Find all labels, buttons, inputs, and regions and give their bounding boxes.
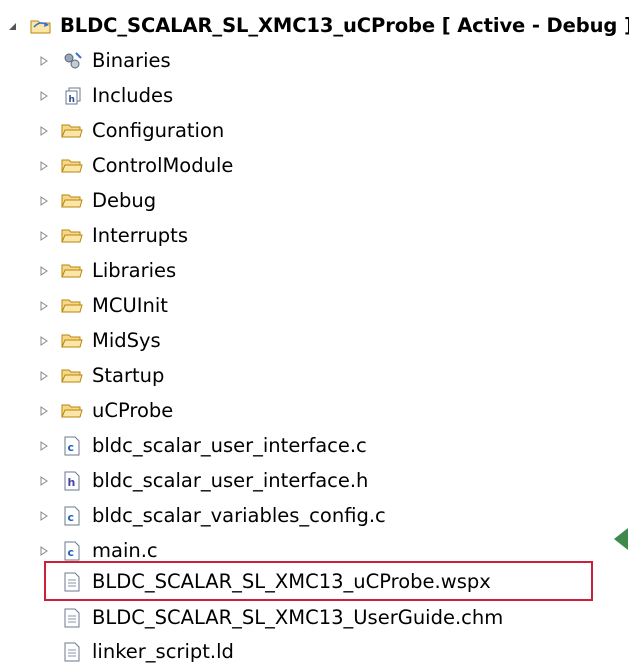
includes-icon: h xyxy=(61,86,83,106)
c-file-icon: c xyxy=(61,436,83,456)
collapsed-arrow-icon[interactable] xyxy=(38,440,50,452)
tree-item-startup[interactable]: Startup xyxy=(0,358,629,393)
folder-icon xyxy=(61,331,83,351)
folder-icon xyxy=(61,401,83,421)
folder-icon xyxy=(61,156,83,176)
binaries-icon xyxy=(61,51,83,71)
tree-item-label: bldc_scalar_user_interface.c xyxy=(92,434,367,457)
svg-text:h: h xyxy=(69,95,75,105)
tree-item-label: bldc_scalar_variables_config.c xyxy=(92,504,386,527)
text-file-icon xyxy=(61,642,83,662)
tree-item-label: uCProbe xyxy=(92,399,174,422)
h-file-icon: h xyxy=(61,471,83,491)
tree-item-label: Debug xyxy=(92,189,157,212)
svg-text:c: c xyxy=(68,441,75,454)
tree-item-libraries[interactable]: Libraries xyxy=(0,253,629,288)
tree-item-label: linker_script.ld xyxy=(92,640,234,663)
text-file-icon xyxy=(61,572,83,592)
collapsed-arrow-icon[interactable] xyxy=(38,195,50,207)
collapsed-arrow-icon[interactable] xyxy=(38,405,50,417)
project-explorer-tree: BLDC_SCALAR_SL_XMC13_uCProbe [ Active - … xyxy=(0,0,629,667)
tree-item-label: Includes xyxy=(92,84,174,107)
collapsed-arrow-icon[interactable] xyxy=(38,55,50,67)
tree-item-wspx[interactable]: BLDC_SCALAR_SL_XMC13_uCProbe.wspx xyxy=(0,564,629,599)
tree-item-label: Configuration xyxy=(92,119,225,142)
expanded-arrow-icon[interactable] xyxy=(7,20,19,32)
text-file-icon xyxy=(61,608,83,628)
collapsed-arrow-icon[interactable] xyxy=(38,230,50,242)
tree-root-project[interactable]: BLDC_SCALAR_SL_XMC13_uCProbe [ Active - … xyxy=(0,8,629,43)
tree-item-midsys[interactable]: MidSys xyxy=(0,323,629,358)
collapsed-arrow-icon[interactable] xyxy=(38,370,50,382)
tree-item-label: Interrupts xyxy=(92,224,188,247)
tree-item-configuration[interactable]: Configuration xyxy=(0,113,629,148)
folder-icon xyxy=(61,366,83,386)
folder-icon xyxy=(61,121,83,141)
tree-item-user-interface-c[interactable]: c bldc_scalar_user_interface.c xyxy=(0,428,629,463)
collapsed-arrow-icon[interactable] xyxy=(38,265,50,277)
tree-item-label: ControlModule xyxy=(92,154,234,177)
tree-item-mcuinit[interactable]: MCUInit xyxy=(0,288,629,323)
folder-icon xyxy=(61,261,83,281)
tree-item-label: BLDC_SCALAR_SL_XMC13_UserGuide.chm xyxy=(92,606,504,629)
folder-icon xyxy=(61,226,83,246)
collapsed-arrow-icon[interactable] xyxy=(38,300,50,312)
tree-item-label: MCUInit xyxy=(92,294,168,317)
tree-item-userguide-chm[interactable]: BLDC_SCALAR_SL_XMC13_UserGuide.chm xyxy=(0,600,629,635)
folder-icon xyxy=(61,191,83,211)
collapsed-arrow-icon[interactable] xyxy=(38,545,50,557)
tree-item-label: bldc_scalar_user_interface.h xyxy=(92,469,369,492)
tree-item-ucprobe[interactable]: uCProbe xyxy=(0,393,629,428)
tree-item-binaries[interactable]: Binaries xyxy=(0,43,629,78)
tree-item-controlmodule[interactable]: ControlModule xyxy=(0,148,629,183)
c-file-icon: c xyxy=(61,541,83,561)
tree-item-user-interface-h[interactable]: h bldc_scalar_user_interface.h xyxy=(0,463,629,498)
tree-item-label: Libraries xyxy=(92,259,177,282)
tree-item-label: Startup xyxy=(92,364,165,387)
tree-item-includes[interactable]: h Includes xyxy=(0,78,629,113)
svg-text:c: c xyxy=(68,511,75,524)
tree-item-linker-script[interactable]: linker_script.ld xyxy=(0,634,629,669)
tree-item-label: Binaries xyxy=(92,49,171,72)
collapsed-arrow-icon[interactable] xyxy=(38,160,50,172)
collapsed-arrow-icon[interactable] xyxy=(38,475,50,487)
tree-item-interrupts[interactable]: Interrupts xyxy=(0,218,629,253)
svg-text:h: h xyxy=(68,476,76,489)
tree-item-label: MidSys xyxy=(92,329,161,352)
project-title: BLDC_SCALAR_SL_XMC13_uCProbe [ Active - … xyxy=(60,14,629,37)
c-file-icon: c xyxy=(61,506,83,526)
collapsed-arrow-icon[interactable] xyxy=(38,90,50,102)
pointer-arrow-icon xyxy=(614,528,628,550)
project-folder-icon xyxy=(30,16,52,36)
tree-item-label: BLDC_SCALAR_SL_XMC13_uCProbe.wspx xyxy=(92,570,491,593)
folder-icon xyxy=(61,296,83,316)
tree-item-variables-config-c[interactable]: c bldc_scalar_variables_config.c xyxy=(0,498,629,533)
collapsed-arrow-icon[interactable] xyxy=(38,335,50,347)
collapsed-arrow-icon[interactable] xyxy=(38,510,50,522)
collapsed-arrow-icon[interactable] xyxy=(38,125,50,137)
tree-item-main-c[interactable]: c main.c xyxy=(0,533,629,568)
tree-item-debug[interactable]: Debug xyxy=(0,183,629,218)
svg-text:c: c xyxy=(68,546,75,559)
tree-item-label: main.c xyxy=(92,539,158,562)
